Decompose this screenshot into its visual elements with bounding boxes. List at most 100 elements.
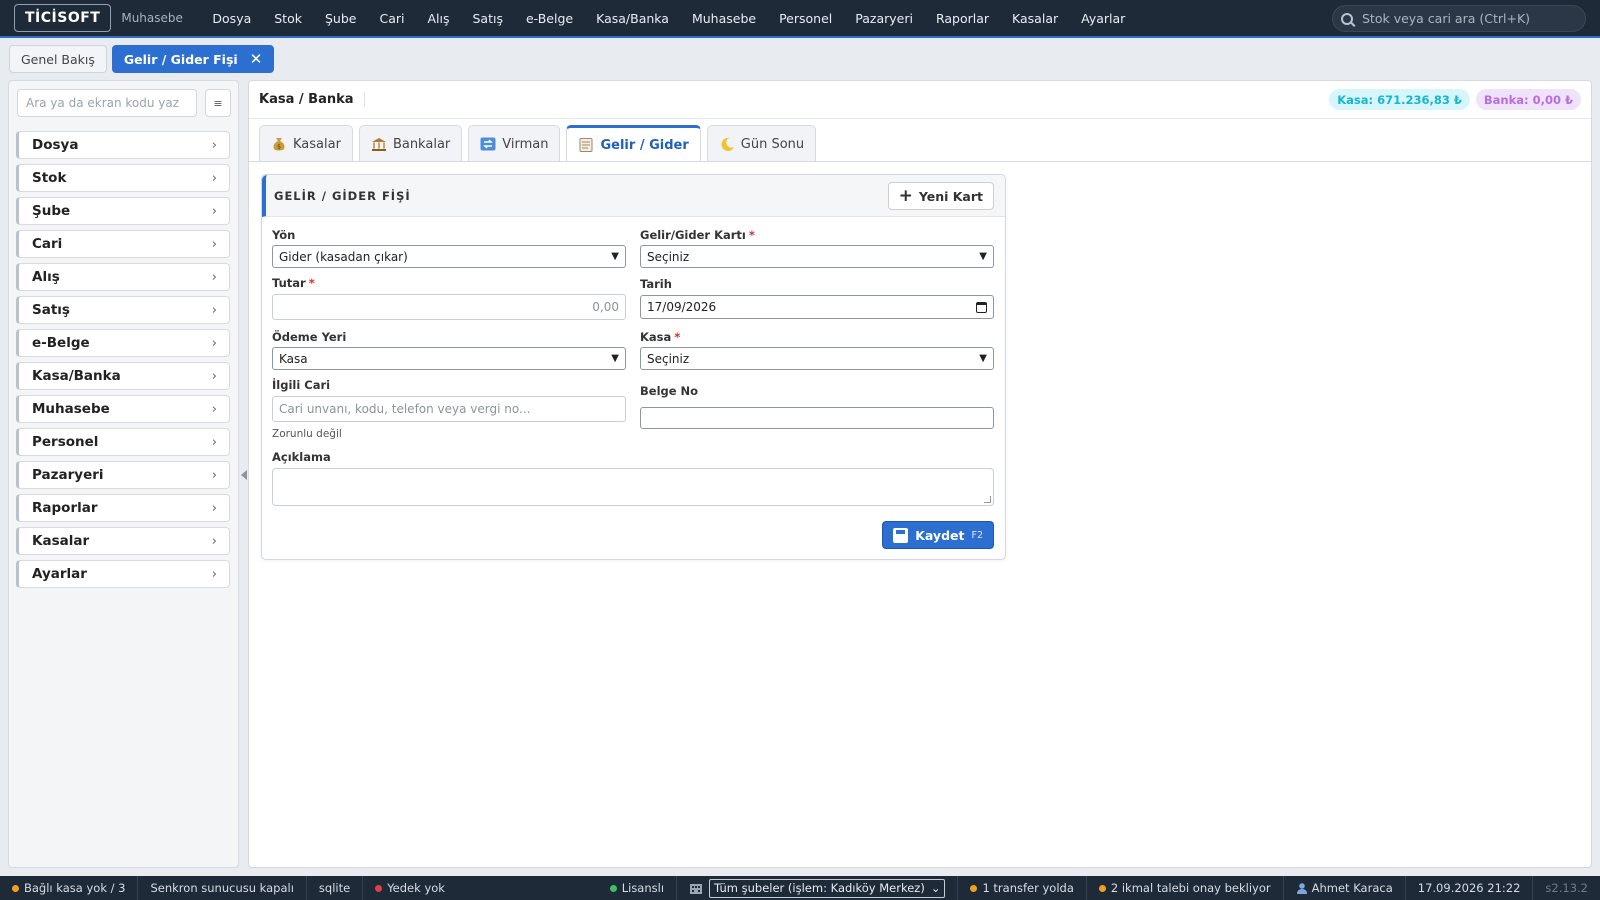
sidebar-item-ebelge[interactable]: e-Belge › (16, 329, 230, 357)
sidebar-item-label: Muhasebe (32, 401, 110, 417)
tarih-label-text: Tarih (640, 277, 672, 291)
top-menu-cari[interactable]: Cari (368, 11, 416, 26)
tab-bankalar[interactable]: Bankalar (358, 125, 463, 162)
sidebar-item-personel[interactable]: Personel › (16, 428, 230, 456)
kasa-select[interactable]: Seçiniz ▼ (640, 347, 994, 370)
tab-gelir-gider[interactable]: Gelir / Gider (566, 125, 701, 162)
tab-kasalar[interactable]: $ Kasalar (259, 125, 353, 162)
page-tab-genel-bakis[interactable]: Genel Bakış (9, 45, 107, 73)
global-search[interactable] (1332, 5, 1586, 32)
tab-virman[interactable]: Virman (468, 125, 561, 162)
save-label: Kaydet (915, 527, 965, 543)
sidebar-item-kasa-banka[interactable]: Kasa/Banka › (16, 362, 230, 390)
yon-label: Yön (272, 228, 295, 242)
chevron-right-icon: › (211, 137, 217, 153)
sidebar-item-raporlar[interactable]: Raporlar › (16, 494, 230, 522)
top-menu-dosya[interactable]: Dosya (201, 11, 263, 26)
page-tab-label: Gelir / Gider Fişi (123, 51, 238, 67)
top-menu-ayarlar[interactable]: Ayarlar (1070, 11, 1137, 26)
tab-gun-sonu[interactable]: Gün Sonu (706, 125, 817, 162)
sidebar-item-dosya[interactable]: Dosya › (16, 131, 230, 159)
top-menu-ebelge[interactable]: e-Belge (514, 11, 584, 26)
sidebar-item-label: Kasalar (32, 533, 90, 549)
top-menu-kasalar[interactable]: Kasalar (1001, 11, 1070, 26)
top-menu-kasa-banka[interactable]: Kasa/Banka (585, 11, 681, 26)
ilgili-cari-input[interactable]: Cari unvanı, kodu, telefon veya vergi no… (272, 396, 626, 422)
menu-grid-icon[interactable]: ≡ (205, 89, 231, 117)
status-dot (375, 884, 383, 892)
sidebar-item-ayarlar[interactable]: Ayarlar › (16, 560, 230, 588)
tab-label: Gün Sonu (740, 136, 805, 152)
status-datetime-text: 17.09.2026 21:22 (1417, 881, 1521, 895)
status-dot (1098, 884, 1106, 892)
save-button[interactable]: Kaydet F2 (882, 521, 994, 549)
belge-no-input[interactable] (640, 407, 994, 429)
status-ikmal[interactable]: 2 ikmal talebi onay bekliyor (1087, 876, 1284, 900)
app-logo[interactable]: TİCİSOFT (14, 4, 112, 32)
yon-select[interactable]: Gider (kasadan çıkar) ▼ (272, 245, 626, 268)
chevron-down-icon: ▼ (979, 251, 987, 262)
page-tab-gelir-gider-fisi[interactable]: Gelir / Gider Fişi ✕ (111, 45, 275, 73)
yon-label-text: Yön (272, 228, 296, 242)
kasa-balance-badge: Kasa: 671.236,83 ₺ (1329, 89, 1470, 110)
top-menu-personel[interactable]: Personel (768, 11, 844, 26)
top-menu-satis[interactable]: Satış (461, 11, 514, 26)
moon-icon (721, 137, 734, 151)
top-menu-sube[interactable]: Şube (313, 11, 367, 26)
sidebar-item-label: Ayarlar (32, 566, 87, 582)
status-bar: Bağlı kasa yok / 3 Senkron sunucusu kapa… (0, 876, 1600, 900)
new-card-button[interactable]: + Yeni Kart (887, 182, 994, 210)
status-transfer[interactable]: 1 transfer yolda (958, 876, 1087, 900)
top-bar: TİCİSOFT Muhasebe Dosya Stok Şube Cari A… (0, 0, 1600, 38)
branch-select[interactable]: Tüm şubeler (işlem: Kadıköy Merkez) ⌄ (709, 878, 946, 898)
calendar-icon[interactable] (976, 301, 987, 313)
ilgili-cari-hint: Zorunlu değil (272, 428, 342, 440)
module-tabs: $ Kasalar Bankalar Virman Gelir / Gider … (259, 125, 817, 162)
yon-value: Gider (kasadan çıkar) (279, 249, 408, 264)
status-db-text: sqlite (318, 881, 351, 895)
search-icon (1341, 12, 1353, 25)
svg-text:$: $ (277, 144, 281, 151)
aciklama-textarea[interactable] (272, 468, 994, 506)
tarih-input[interactable]: 17/09/2026 (640, 295, 994, 319)
chevron-right-icon: › (211, 467, 217, 483)
chevron-right-icon: › (211, 269, 217, 285)
balance-badges: Kasa: 671.236,83 ₺ Banka: 0,00 ₺ (1329, 89, 1581, 110)
top-menu-alis[interactable]: Alış (416, 11, 461, 26)
status-user[interactable]: Ahmet Karaca (1284, 876, 1406, 900)
sidebar-collapse-handle[interactable] (241, 470, 247, 480)
status-license-text: Lisanslı (621, 881, 665, 895)
top-menu-raporlar[interactable]: Raporlar (924, 11, 1000, 26)
status-version-text: s2.13.2 (1545, 881, 1588, 895)
bank-icon (371, 138, 386, 151)
global-search-input[interactable] (1362, 11, 1572, 26)
status-kasa: Bağlı kasa yok / 3 (0, 876, 139, 900)
status-sync-text: Senkron sunucusu kapalı (150, 881, 294, 895)
status-datetime: 17.09.2026 21:22 (1406, 876, 1534, 900)
tutar-label: Tutar * (272, 276, 315, 290)
sidebar-item-cari[interactable]: Cari › (16, 230, 230, 258)
close-icon[interactable]: ✕ (250, 50, 263, 68)
sidebar-item-stok[interactable]: Stok › (16, 164, 230, 192)
page-tabs: Genel Bakış Gelir / Gider Fişi ✕ (9, 45, 275, 73)
sidebar-item-alis[interactable]: Alış › (16, 263, 230, 291)
tutar-input[interactable]: 0,00 (272, 294, 626, 320)
gelir-gider-karti-select[interactable]: Seçiniz ▼ (640, 245, 994, 268)
sidebar-item-muhasebe[interactable]: Muhasebe › (16, 395, 230, 423)
sidebar-item-kasalar[interactable]: Kasalar › (16, 527, 230, 555)
top-menu-pazaryeri[interactable]: Pazaryeri (844, 11, 925, 26)
top-menu-muhasebe[interactable]: Muhasebe (680, 11, 767, 26)
sidebar-item-sube[interactable]: Şube › (16, 197, 230, 225)
sidebar-item-label: Şube (32, 203, 71, 219)
status-backup-text: Yedek yok (387, 881, 445, 895)
odeme-yeri-label-text: Ödeme Yeri (272, 330, 347, 344)
user-icon (1296, 883, 1307, 894)
sidebar-item-label: e-Belge (32, 335, 90, 351)
sidebar-item-pazaryeri[interactable]: Pazaryeri › (16, 461, 230, 489)
odeme-yeri-select[interactable]: Kasa ▼ (272, 347, 626, 370)
top-menu-stok[interactable]: Stok (263, 11, 314, 26)
sidebar-search-input[interactable] (17, 89, 197, 117)
sidebar-item-satis[interactable]: Satış › (16, 296, 230, 324)
chevron-right-icon: › (211, 533, 217, 549)
save-shortcut: F2 (971, 529, 983, 541)
